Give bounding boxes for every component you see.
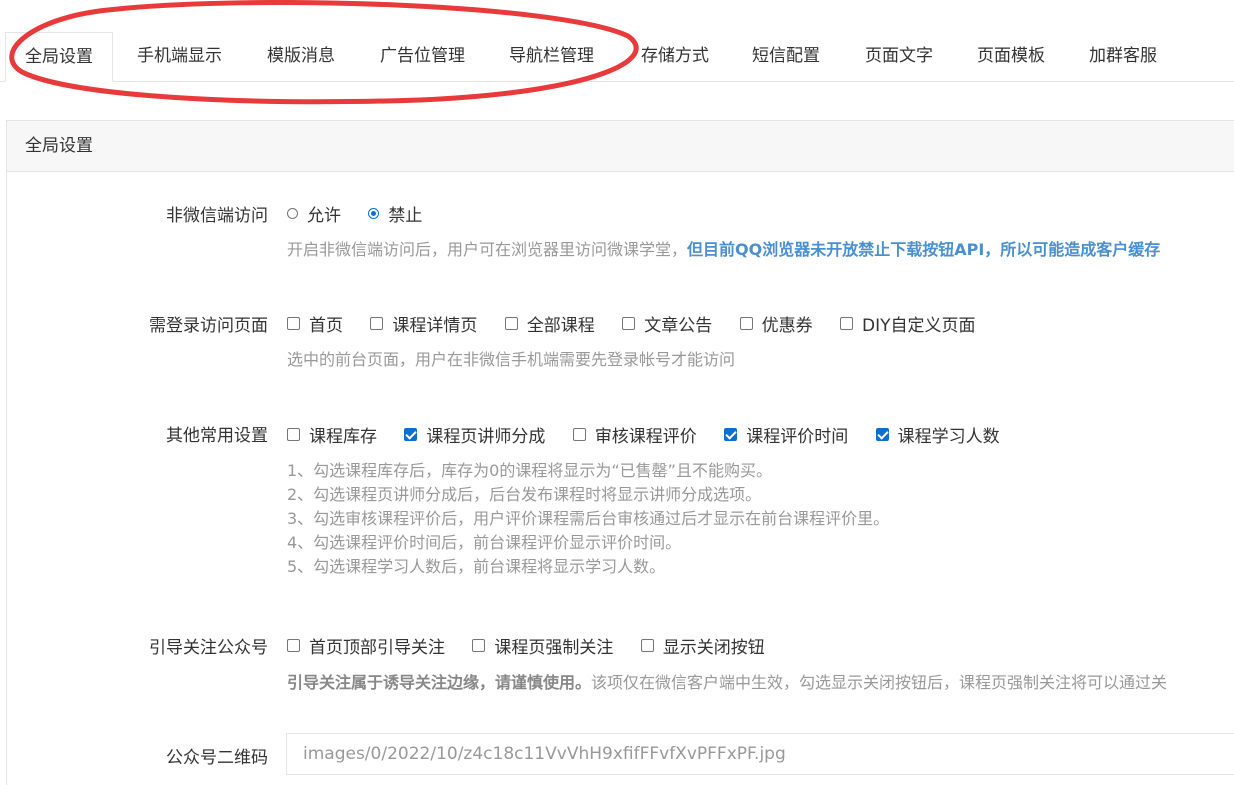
checkbox-home[interactable]: 首页: [287, 311, 343, 336]
nonwechat-help-text: 开启非微信端访问后，用户可在浏览器里访问微课学堂，: [287, 240, 688, 259]
checkbox-course-detail[interactable]: 课程详情页: [370, 311, 477, 336]
checkbox-course-stock[interactable]: 课程库存: [287, 422, 377, 447]
settings-tabs: 全局设置 手机端显示 模版消息 广告位管理 导航栏管理 存储方式 短信配置 页面…: [0, 0, 1234, 82]
tab-group-service[interactable]: 加群客服: [1089, 32, 1157, 82]
tab-ad-management[interactable]: 广告位管理: [380, 32, 465, 82]
checkbox-review-time-box[interactable]: [724, 428, 738, 441]
checkbox-diy-pages-label: DIY自定义页面: [862, 316, 976, 336]
checkbox-course-detail-label: 课程详情页: [392, 316, 478, 336]
checkbox-force-follow[interactable]: 课程页强制关注: [472, 633, 613, 658]
radio-forbid-label: 禁止: [388, 206, 423, 226]
other-settings-help-line: 2、勾选课程页讲师分成后，后台发布课程时将显示讲师分成选项。: [287, 485, 762, 504]
login-pages-label: 需登录访问页面: [149, 316, 268, 336]
nonwechat-label: 非微信端访问: [166, 206, 268, 226]
tab-page-templates[interactable]: 页面模板: [977, 32, 1045, 82]
checkbox-coupons[interactable]: 优惠券: [739, 311, 813, 336]
checkbox-learner-count-label: 课程学习人数: [897, 427, 1000, 447]
checkbox-force-follow-box[interactable]: [472, 639, 486, 652]
checkbox-review-time[interactable]: 课程评价时间: [724, 422, 848, 447]
checkbox-articles-box[interactable]: [622, 317, 636, 330]
nonwechat-help: 开启非微信端访问后，用户可在浏览器里访问微课学堂，但目前QQ浏览器未开放禁止下载…: [287, 238, 1160, 262]
checkbox-show-close-box[interactable]: [640, 639, 654, 652]
radio-forbid-circle[interactable]: [368, 208, 380, 219]
checkbox-review-audit-label: 审核课程评价: [594, 427, 697, 447]
checkbox-show-close[interactable]: 显示关闭按钮: [640, 633, 765, 658]
follow-label: 引导关注公众号: [149, 638, 268, 658]
tab-sms-config[interactable]: 短信配置: [752, 32, 820, 82]
checkbox-all-courses-label: 全部课程: [526, 316, 595, 336]
checkbox-lecturer-share[interactable]: 课程页讲师分成: [404, 422, 545, 447]
qrcode-input[interactable]: [286, 733, 1234, 775]
checkbox-show-close-label: 显示关闭按钮: [662, 638, 765, 658]
checkbox-course-stock-box[interactable]: [287, 428, 300, 441]
tab-mobile-display[interactable]: 手机端显示: [137, 32, 222, 82]
other-settings-help: 1、勾选课程库存后，库存为0的课程将显示为“已售罄”且不能购买。 2、勾选课程页…: [287, 459, 889, 579]
tab-template-messages[interactable]: 模版消息: [267, 32, 335, 82]
other-settings-help-line: 4、勾选课程评价时间后，前台课程评价显示评价时间。: [287, 533, 682, 552]
other-settings-help-line: 1、勾选课程库存后，库存为0的课程将显示为“已售罄”且不能购买。: [287, 461, 772, 480]
checkbox-articles-label: 文章公告: [644, 316, 713, 336]
other-settings-options: 课程库存 课程页讲师分成 审核课程评价 课程评价时间 课程学习人数: [287, 422, 1022, 447]
checkbox-all-courses-box[interactable]: [504, 317, 518, 330]
nonwechat-help-highlight: 但目前QQ浏览器未开放禁止下载按钮API，所以可能造成客户缓存: [687, 240, 1161, 259]
follow-help: 引导关注属于诱导关注边缘，请谨慎使用。该项仅在微信客户端中生效，勾选显示关闭按钮…: [287, 671, 1167, 695]
checkbox-lecturer-share-box[interactable]: [404, 428, 418, 441]
login-pages-options: 首页 课程详情页 全部课程 文章公告 优惠券 DIY自定义页面: [287, 311, 998, 336]
checkbox-course-detail-box[interactable]: [370, 317, 384, 330]
radio-allow-label: 允许: [307, 206, 341, 226]
follow-options: 首页顶部引导关注 课程页强制关注 显示关闭按钮: [287, 633, 787, 658]
checkbox-home-follow[interactable]: 首页顶部引导关注: [287, 633, 445, 658]
checkbox-review-audit-box[interactable]: [572, 428, 586, 441]
checkbox-learner-count[interactable]: 课程学习人数: [875, 422, 1000, 447]
checkbox-all-courses[interactable]: 全部课程: [504, 311, 595, 336]
checkbox-review-time-label: 课程评价时间: [746, 427, 849, 447]
checkbox-course-stock-label: 课程库存: [309, 427, 377, 447]
checkbox-coupons-label: 优惠券: [761, 316, 813, 336]
tab-global-settings[interactable]: 全局设置: [5, 32, 113, 82]
qrcode-label: 公众号二维码: [166, 748, 268, 768]
checkbox-review-audit[interactable]: 审核课程评价: [572, 422, 697, 447]
checkbox-articles[interactable]: 文章公告: [622, 311, 712, 336]
checkbox-coupons-box[interactable]: [739, 317, 753, 330]
other-settings-help-line: 3、勾选审核课程评价后，用户评价课程需后台审核通过后才显示在前台课程评价里。: [287, 509, 890, 528]
checkbox-home-label: 首页: [309, 316, 343, 336]
checkbox-home-follow-box[interactable]: [287, 639, 300, 652]
login-pages-help: 选中的前台页面，用户在非微信手机端需要先登录帐号才能访问: [287, 350, 736, 369]
radio-allow-circle[interactable]: [287, 208, 298, 219]
follow-help-text: 该项仅在微信客户端中生效，勾选显示关闭按钮后，课程页强制关注将可以通过关: [591, 673, 1168, 692]
checkbox-force-follow-label: 课程页强制关注: [494, 638, 614, 658]
settings-page: 全局设置 手机端显示 模版消息 广告位管理 导航栏管理 存储方式 短信配置 页面…: [0, 0, 1234, 785]
tab-navbar-management[interactable]: 导航栏管理: [509, 32, 594, 82]
other-settings-label: 其他常用设置: [166, 426, 268, 446]
panel-title: 全局设置: [7, 121, 1234, 172]
checkbox-diy-pages-box[interactable]: [840, 317, 854, 330]
nonwechat-options: 允许 禁止: [287, 201, 444, 226]
follow-help-warning: 引导关注属于诱导关注边缘，请谨慎使用。: [287, 673, 592, 692]
checkbox-learner-count-box[interactable]: [875, 428, 889, 441]
checkbox-lecturer-share-label: 课程页讲师分成: [426, 427, 546, 447]
radio-forbid[interactable]: 禁止: [368, 201, 422, 226]
checkbox-home-box[interactable]: [287, 317, 300, 330]
checkbox-diy-pages[interactable]: DIY自定义页面: [840, 311, 976, 336]
checkbox-home-follow-label: 首页顶部引导关注: [309, 638, 445, 658]
other-settings-help-line: 5、勾选课程学习人数后，前台课程将显示学习人数。: [287, 557, 666, 576]
tab-page-text[interactable]: 页面文字: [865, 32, 933, 82]
tab-storage[interactable]: 存储方式: [641, 32, 709, 82]
radio-allow[interactable]: 允许: [287, 201, 341, 226]
